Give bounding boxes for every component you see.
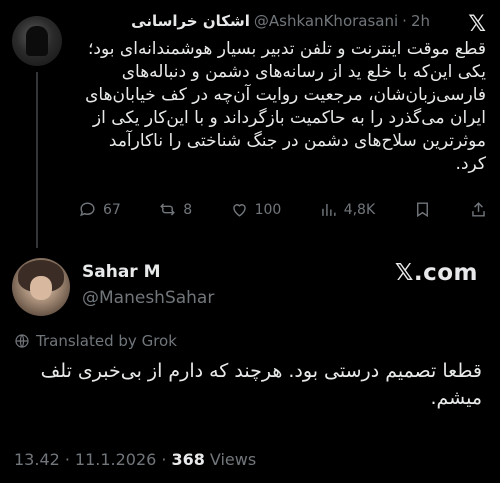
- x-logo-icon[interactable]: 𝕏: [468, 12, 486, 37]
- views-count: 4,8K: [343, 201, 376, 218]
- bookmark-button[interactable]: [413, 200, 432, 219]
- views-button[interactable]: 4,8K: [319, 200, 375, 219]
- reply-count: 67: [103, 201, 121, 218]
- separator-dot: ·: [161, 450, 167, 469]
- repost-button[interactable]: 8: [158, 200, 192, 219]
- translated-label: Translated by Grok: [36, 332, 177, 350]
- globe-icon: [15, 334, 29, 348]
- separator-dot: ·: [402, 12, 407, 30]
- timestamp[interactable]: 2h: [411, 12, 430, 30]
- xcom-watermark: 𝕏.com: [394, 260, 478, 286]
- reply-views-label[interactable]: Views: [210, 450, 256, 469]
- avatar-figure: [26, 26, 48, 56]
- reply-button[interactable]: 67: [78, 200, 121, 219]
- like-count: 100: [254, 201, 282, 218]
- repost-count: 8: [183, 201, 193, 218]
- bookmark-icon: [416, 202, 428, 218]
- like-icon: [232, 204, 246, 217]
- tweet-header: اشکان خراسانی @AshkanKhorasani · 2h: [131, 12, 430, 30]
- reply-views-count: 368: [171, 450, 205, 469]
- tweet-text: قطع موقت اینترنت و تلفن تدبیر بسیار هوشم…: [85, 39, 486, 174]
- reply-icon: [80, 202, 95, 217]
- display-name[interactable]: اشکان خراسانی: [131, 12, 250, 30]
- reply-date[interactable]: 11.1.2026: [75, 450, 156, 469]
- tweet-actions: 67 8 100 4,8K: [78, 200, 488, 219]
- avatar-face: [30, 276, 52, 300]
- avatar-ashkan[interactable]: [12, 16, 62, 66]
- repost-icon: [160, 203, 176, 216]
- reply-display-name[interactable]: Sahar M: [82, 262, 161, 282]
- share-button[interactable]: [469, 200, 488, 219]
- separator-dot: ·: [64, 450, 70, 469]
- handle[interactable]: @AshkanKhorasani: [254, 12, 398, 30]
- like-button[interactable]: 100: [230, 200, 282, 219]
- reply-text: قطعا تصمیم درستی بود. هرچند که دارم از ب…: [40, 360, 482, 409]
- tweet-meta: 13.42 · 11.1.2026 · 368 Views: [14, 450, 256, 469]
- reply-handle[interactable]: @ManeshSahar: [82, 288, 214, 308]
- avatar-sahar[interactable]: [12, 258, 70, 316]
- views-icon: [321, 203, 336, 216]
- translated-by-grok[interactable]: Translated by Grok: [14, 332, 177, 350]
- share-icon: [472, 202, 485, 217]
- thread-line: [36, 72, 38, 248]
- reply-time[interactable]: 13.42: [14, 450, 60, 469]
